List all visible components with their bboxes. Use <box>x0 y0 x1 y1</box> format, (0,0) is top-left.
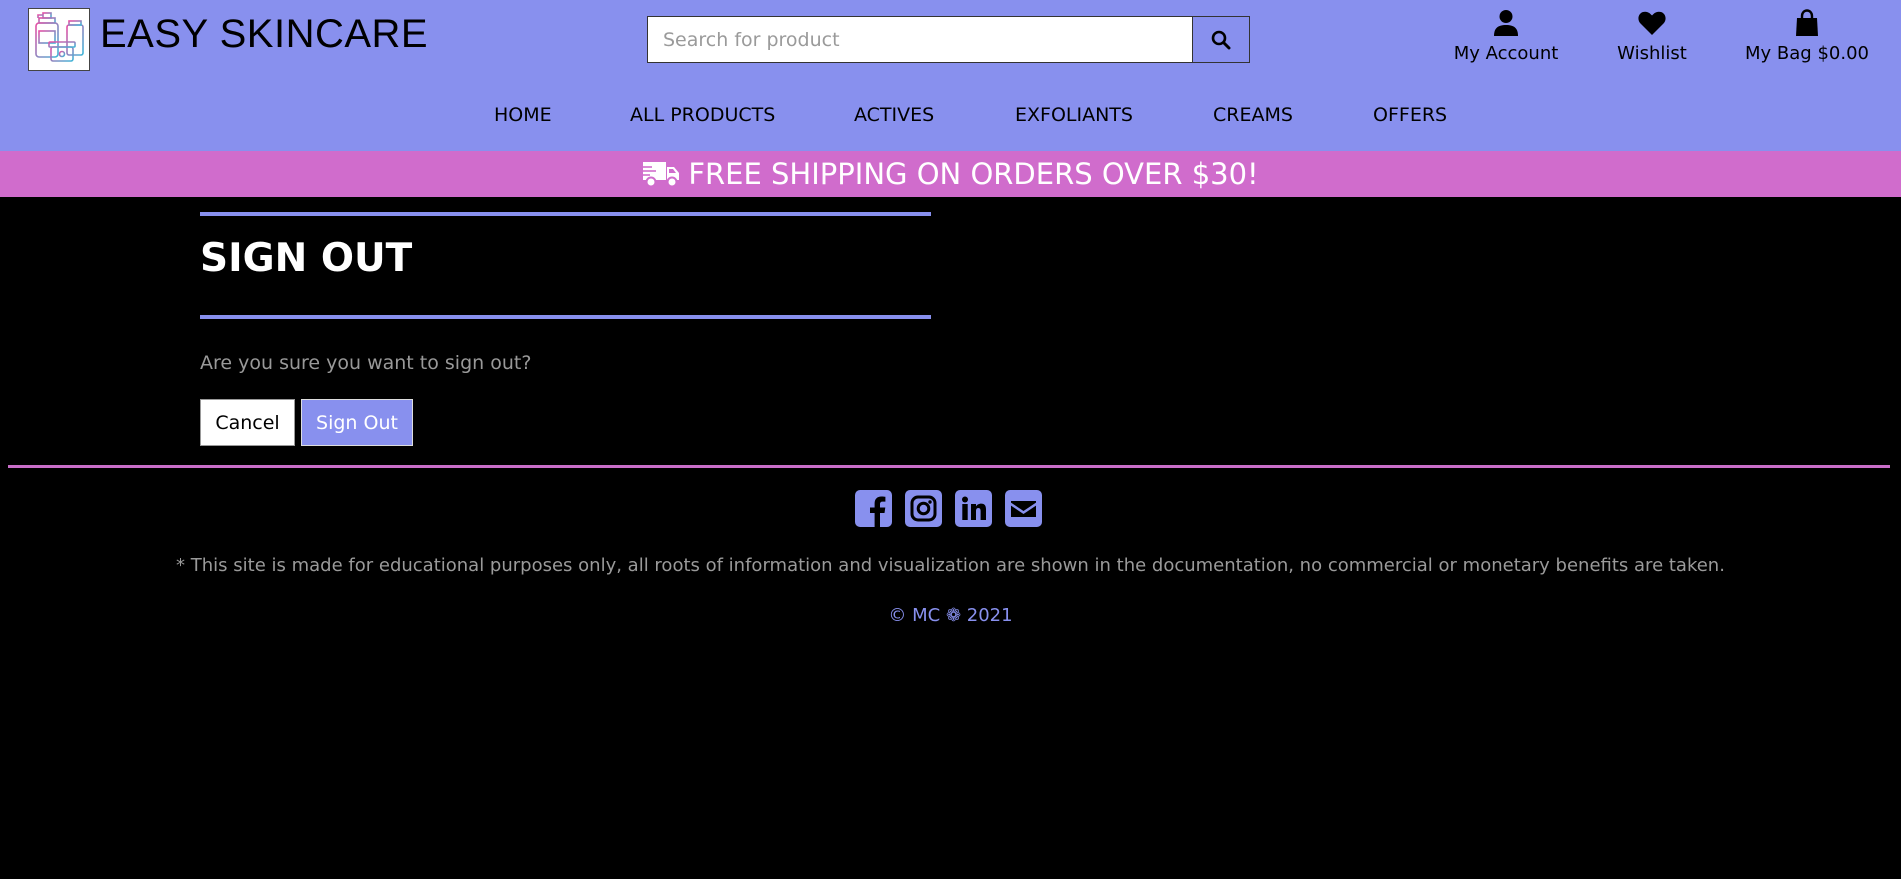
main-nav: HOME ALL PRODUCTS ACTIVES EXFOLIANTS CRE… <box>0 98 1901 134</box>
logo-link[interactable] <box>28 8 90 71</box>
shopping-bag-icon <box>1796 9 1818 36</box>
email-link[interactable] <box>1005 490 1042 527</box>
brand-name[interactable]: EASY SKINCARE <box>100 12 428 57</box>
my-bag-label: My Bag $0.00 <box>1745 43 1869 64</box>
facebook-link[interactable] <box>855 490 892 527</box>
social-links <box>855 490 1042 527</box>
title-bottom-divider <box>200 315 931 319</box>
banner-text: FREE SHIPPING ON ORDERS OVER $30! <box>688 157 1259 191</box>
nav-item-creams[interactable]: CREAMS <box>1213 104 1293 126</box>
instagram-icon <box>905 490 942 527</box>
title-top-divider <box>200 212 931 216</box>
facebook-icon <box>855 490 892 527</box>
nav-item-actives[interactable]: ACTIVES <box>854 104 934 126</box>
my-bag-link[interactable]: My Bag $0.00 <box>1741 8 1873 68</box>
cancel-button[interactable]: Cancel <box>200 399 295 446</box>
page-title: SIGN OUT <box>200 236 413 281</box>
user-icon <box>1494 10 1518 36</box>
free-shipping-banner: FREE SHIPPING ON ORDERS OVER $30! <box>0 151 1901 197</box>
footer-copyright: © MC ❁ 2021 <box>888 605 1013 626</box>
heart-icon <box>1638 11 1666 35</box>
search-input[interactable] <box>647 16 1192 63</box>
site-header: EASY SKINCARE My Account Wishlist <box>0 0 1901 151</box>
footer-divider <box>8 465 1890 468</box>
signout-confirmation-text: Are you sure you want to sign out? <box>200 352 532 374</box>
linkedin-link[interactable] <box>955 490 992 527</box>
my-account-link[interactable]: My Account <box>1448 8 1564 68</box>
sign-out-button[interactable]: Sign Out <box>301 399 413 446</box>
delivery-truck-icon <box>642 162 680 188</box>
search-icon <box>1211 30 1231 49</box>
linkedin-icon <box>955 490 992 527</box>
email-icon <box>1005 490 1042 527</box>
my-account-label: My Account <box>1453 43 1559 64</box>
search-form <box>647 16 1250 63</box>
nav-item-home[interactable]: HOME <box>494 104 552 126</box>
wishlist-link[interactable]: Wishlist <box>1612 8 1692 68</box>
nav-item-exfoliants[interactable]: EXFOLIANTS <box>1015 104 1133 126</box>
wishlist-label: Wishlist <box>1617 43 1687 64</box>
nav-item-all-products[interactable]: ALL PRODUCTS <box>630 104 775 126</box>
instagram-link[interactable] <box>905 490 942 527</box>
footer-disclaimer: * This site is made for educational purp… <box>176 555 1725 576</box>
search-button[interactable] <box>1192 16 1250 63</box>
nav-item-offers[interactable]: OFFERS <box>1373 104 1447 126</box>
skincare-products-logo-icon <box>35 12 84 62</box>
